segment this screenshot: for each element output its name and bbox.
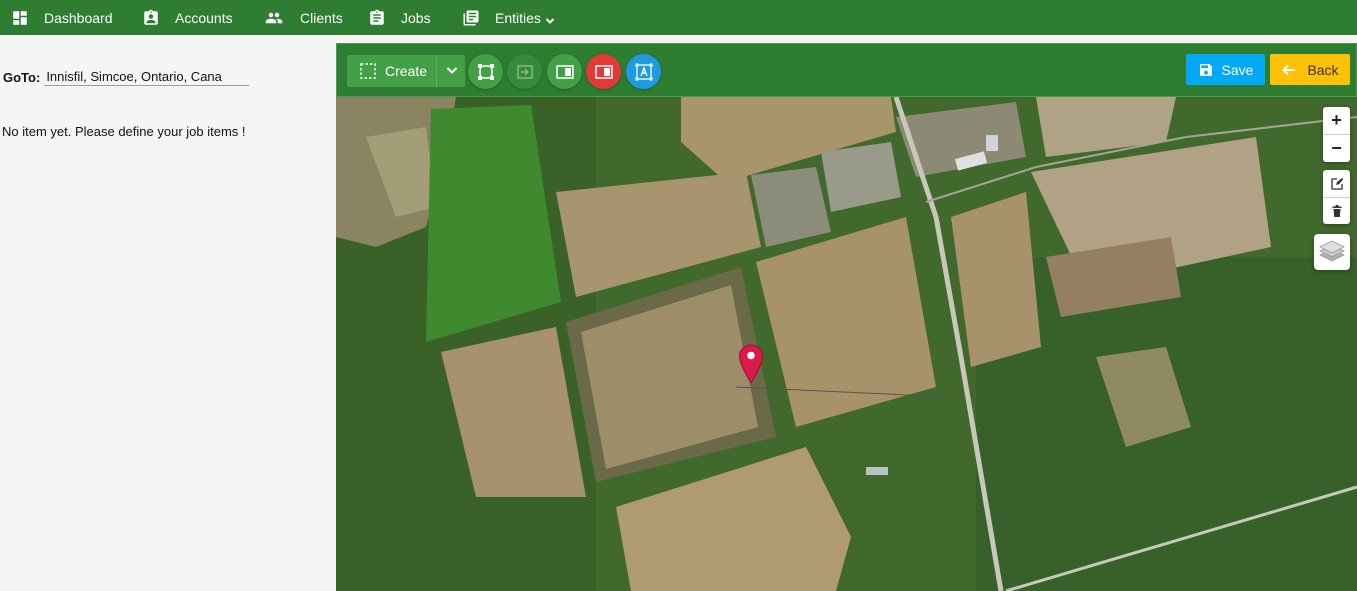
edit-control: [1323, 170, 1350, 224]
add-layer-button[interactable]: [547, 54, 582, 89]
left-panel: GoTo: No item yet. Please define your jo…: [0, 35, 336, 591]
select-area-icon: [359, 62, 377, 80]
create-label: Create: [385, 63, 428, 79]
save-button[interactable]: Save: [1186, 54, 1265, 85]
nav-clients[interactable]: Clients: [262, 0, 343, 35]
map-editor: Create Save Back + −: [336, 43, 1357, 591]
aerial-imagery: [336, 97, 1357, 591]
polygon-icon: [477, 63, 494, 80]
nav-clients-label: Clients: [300, 9, 343, 26]
goto-row: GoTo:: [3, 68, 250, 86]
map-toolbar: Create Save Back: [336, 43, 1357, 97]
accounts-icon: [141, 8, 161, 28]
create-button[interactable]: Create: [347, 55, 465, 87]
nav-dashboard-label: Dashboard: [44, 9, 113, 26]
map-marker-icon[interactable]: [738, 344, 764, 384]
delete-layers-button[interactable]: [1323, 197, 1350, 224]
text-box-icon: [635, 63, 652, 80]
back-arrow-icon: [1282, 64, 1296, 75]
empty-message: No item yet. Please define your job item…: [2, 124, 246, 139]
save-label: Save: [1221, 61, 1254, 78]
dashboard-icon: [10, 8, 30, 28]
nav-entities[interactable]: Entities: [461, 0, 555, 35]
back-button[interactable]: Back: [1270, 54, 1350, 85]
nav-accounts[interactable]: Accounts: [141, 0, 233, 35]
create-divider: [436, 55, 437, 87]
edit-icon: [1330, 177, 1343, 190]
layers-button[interactable]: [1314, 234, 1350, 270]
chevron-down-icon[interactable]: [445, 63, 459, 77]
edit-layers-button[interactable]: [1323, 170, 1350, 197]
entities-icon: [461, 8, 481, 28]
zoom-in-button[interactable]: +: [1323, 107, 1350, 134]
save-icon: [1199, 63, 1212, 76]
goto-label: GoTo:: [3, 69, 41, 85]
nav-dashboard[interactable]: Dashboard: [10, 0, 113, 35]
satellite-map[interactable]: + −: [336, 97, 1357, 591]
layers-icon: [1319, 240, 1345, 262]
zoom-out-button[interactable]: −: [1323, 134, 1350, 161]
import-icon: [516, 64, 533, 79]
panel-add-icon: [555, 64, 574, 79]
panel-remove-icon: [594, 64, 613, 79]
top-navigation: Dashboard Accounts Clients Jobs Entities: [0, 0, 1357, 35]
jobs-icon: [367, 8, 387, 28]
nav-entities-label: Entities: [495, 9, 541, 26]
back-label: Back: [1307, 61, 1339, 78]
trash-icon: [1332, 205, 1341, 217]
nav-jobs-label: Jobs: [401, 9, 431, 26]
nav-jobs[interactable]: Jobs: [367, 0, 431, 35]
zoom-control: + −: [1323, 107, 1350, 162]
draw-polygon-button[interactable]: [468, 54, 503, 89]
text-box-button[interactable]: [626, 54, 661, 89]
goto-input[interactable]: [44, 68, 250, 86]
chevron-down-icon: [545, 13, 555, 24]
clients-icon: [262, 8, 286, 28]
remove-layer-button[interactable]: [586, 54, 621, 89]
import-button[interactable]: [507, 54, 542, 89]
nav-accounts-label: Accounts: [175, 9, 233, 26]
